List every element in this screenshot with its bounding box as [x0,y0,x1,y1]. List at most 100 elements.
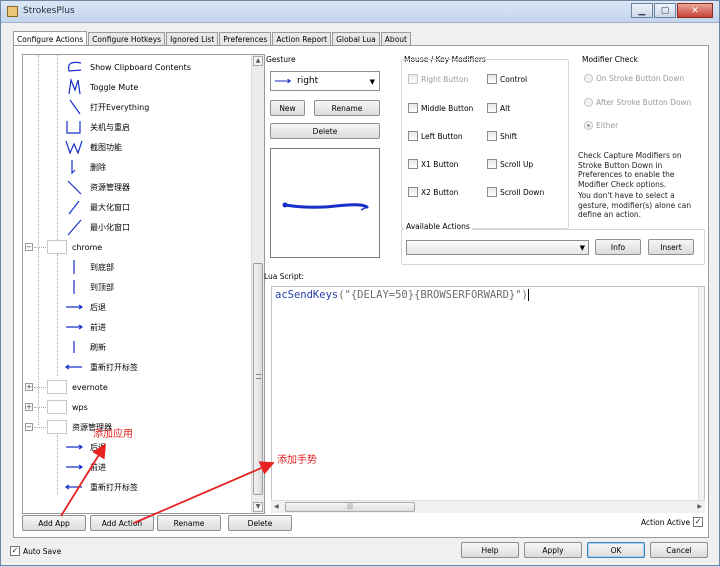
tab-about[interactable]: About [380,32,411,46]
app-checkbox[interactable] [47,380,67,394]
collapse-chrome-toggle[interactable]: − [25,243,33,251]
shift-checkbox[interactable]: Shift [487,131,517,141]
tree-item[interactable]: 前进 [63,458,106,476]
title-bar[interactable]: StrokesPlus ▁ ▢ ✕ [1,1,719,23]
tree-item[interactable]: Toggle Mute [63,78,138,96]
collapse-explorer-toggle[interactable]: − [25,423,33,431]
tab-configure-hotkeys[interactable]: Configure Hotkeys [88,32,166,46]
tree-app-evernote[interactable]: evernote [47,378,108,396]
check-icon: ✓ [693,517,704,527]
apply-button[interactable]: Apply [524,542,582,558]
checkbox-label: Middle Button [421,103,474,113]
expand-wps-toggle[interactable]: + [25,403,33,411]
tree-item[interactable]: 资源管理器 [63,178,130,196]
middle-button-checkbox[interactable]: Middle Button [408,103,473,113]
action-active-checkbox[interactable]: Action Active ✓ [641,517,706,527]
tree-item[interactable]: 删除 [63,158,106,176]
lua-horizontal-scrollbar[interactable]: ◀ ||| ▶ [271,500,705,513]
insert-button[interactable]: Insert [648,239,694,255]
tree-scroll-thumb[interactable] [253,263,263,495]
x2-button-checkbox[interactable]: X2 Button [408,187,458,197]
tree-item[interactable]: 最大化窗口 [63,198,130,216]
rename-action-button[interactable]: Rename [157,515,221,531]
delete-gesture-button[interactable]: Delete [270,123,380,139]
tree-app-wps[interactable]: wps [47,398,88,416]
tree-item[interactable]: Show Clipboard Contents [63,58,191,76]
tree-item[interactable]: 截图功能 [63,138,122,156]
lua-code: acSendKeys("{DELAY=50}{BROWSERFORWARD}") [275,289,529,301]
tab-preferences[interactable]: Preferences [219,32,272,46]
scroll-up-arrow-icon[interactable]: ▲ [253,56,263,66]
tab-action-report[interactable]: Action Report [272,32,332,46]
app-label: wps [72,402,88,412]
close-button[interactable]: ✕ [677,3,713,18]
on-stroke-button-down-radio[interactable]: On Stroke Button Down [584,74,684,83]
rename-gesture-button[interactable]: Rename [314,100,380,116]
new-gesture-button[interactable]: New [270,100,305,116]
either-radio[interactable]: Either [584,121,618,130]
tree-item[interactable]: 重新打开标签 [63,478,138,496]
diagonal-down-gesture-icon [69,99,81,115]
scroll-right-arrow-icon[interactable]: ▶ [697,503,702,510]
tree-item[interactable]: 打开Everything [63,98,149,116]
minimize-button[interactable]: ▁ [631,3,653,18]
scroll-left-arrow-icon[interactable]: ◀ [274,503,279,510]
action-tree[interactable]: Show Clipboard Contents Toggle Mute 打开Ev… [22,54,265,514]
lua-scroll-thumb[interactable]: ||| [285,502,415,512]
ok-button[interactable]: OK [587,542,645,558]
app-checkbox[interactable] [47,400,67,414]
cancel-button[interactable]: Cancel [650,542,708,558]
add-action-button[interactable]: Add Action [90,515,154,531]
tree-item[interactable]: 刷新 [63,338,106,356]
left-button-checkbox[interactable]: Left Button [408,131,463,141]
tree-item[interactable]: 后退 [63,298,106,316]
up-gesture-icon [73,280,75,294]
tree-item[interactable]: 重新打开标签 [63,358,138,376]
tab-global-lua[interactable]: Global Lua [332,32,380,46]
app-checkbox[interactable] [47,240,67,254]
right-button-checkbox[interactable]: Right Button [408,74,468,84]
tree-item[interactable]: 到顶部 [63,278,114,296]
maximize-button[interactable]: ▢ [654,3,676,18]
app-checkbox[interactable] [47,420,67,434]
help-button[interactable]: Help [461,542,519,558]
tree-item-label: 后退 [90,442,106,452]
alt-checkbox[interactable]: Alt [487,103,510,113]
tree-item[interactable]: 后退 [63,438,106,456]
info-button[interactable]: Info [595,239,641,255]
tree-item[interactable]: 最小化窗口 [63,218,130,236]
tree-item[interactable]: 前进 [63,318,106,336]
tree-item-label: 前进 [90,462,106,472]
control-checkbox[interactable]: Control [487,74,527,84]
gesture-optional-note: You don't have to select a gesture, modi… [578,191,692,219]
scroll-down-arrow-icon[interactable]: ▼ [253,502,263,512]
tab-ignored-list[interactable]: Ignored List [166,32,219,46]
w-gesture-icon [65,140,83,155]
tree-item[interactable]: 关机与重启 [63,118,130,136]
checkbox-label: Control [500,74,528,84]
tree-app-chrome[interactable]: chrome [47,238,102,256]
checkbox-label: Alt [500,103,511,113]
auto-save-checkbox[interactable]: ✓ Auto Save [10,546,61,556]
lua-script-editor[interactable]: acSendKeys("{DELAY=50}{BROWSERFORWARD}") [271,286,705,513]
scroll-up-checkbox[interactable]: Scroll Up [487,159,533,169]
x1-button-checkbox[interactable]: X1 Button [408,159,458,169]
expand-evernote-toggle[interactable]: + [25,383,33,391]
tree-item[interactable]: 到底部 [63,258,114,276]
gesture-dropdown[interactable]: right ▼ [270,71,380,91]
gesture-selected-value: right [297,76,319,86]
add-app-button[interactable]: Add App [22,515,86,531]
delete-action-button[interactable]: Delete [228,515,292,531]
checkbox-label: Scroll Up [500,159,534,169]
available-actions-dropdown[interactable]: ▼ [406,240,589,255]
down-gesture-icon [73,260,75,274]
checkbox-label: Scroll Down [500,187,545,197]
scroll-down-checkbox[interactable]: Scroll Down [487,187,544,197]
after-stroke-button-down-radio[interactable]: After Stroke Button Down [584,98,691,107]
add-action-label: Add Action [101,518,143,528]
tree-scrollbar[interactable]: ▲ ▼ [251,55,264,513]
strokesplus-window: StrokesPlus ▁ ▢ ✕ Configure Actions Conf… [0,0,720,566]
tab-configure-actions[interactable]: Configure Actions [13,31,88,46]
ok-label: OK [610,545,622,555]
editor-margin [698,287,704,512]
